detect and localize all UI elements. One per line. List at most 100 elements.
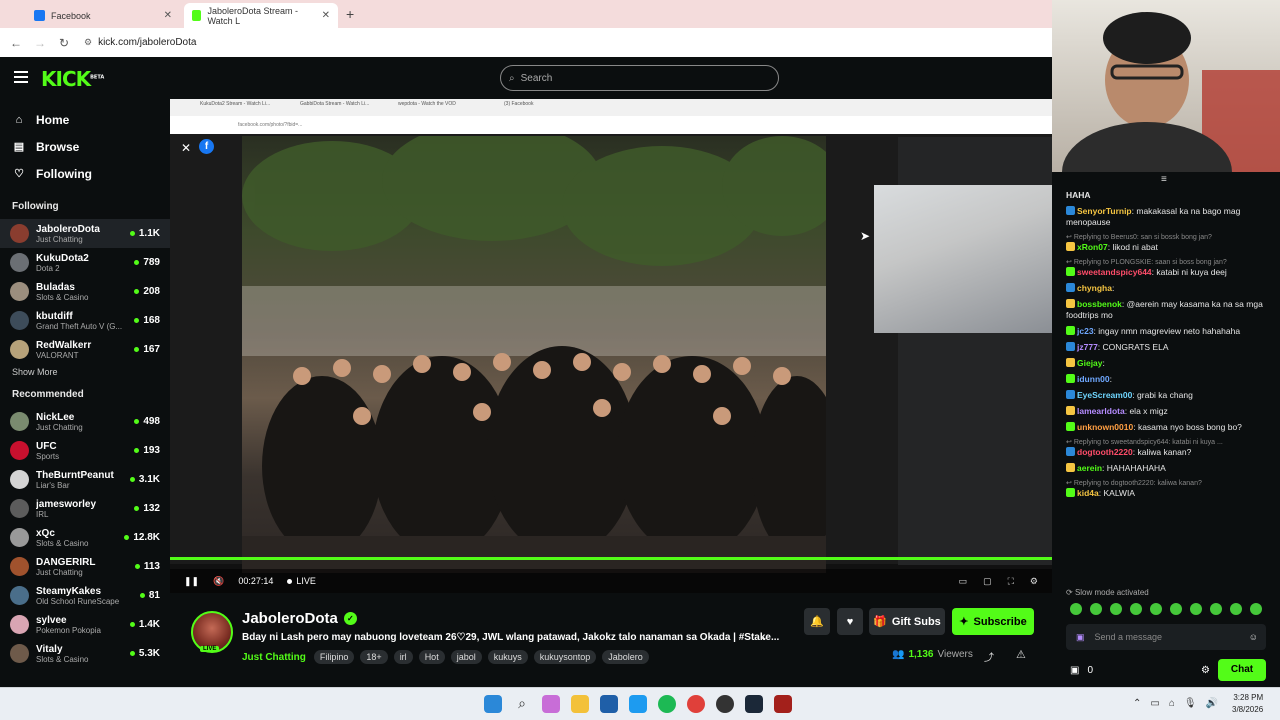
close-tab-icon[interactable]: ✕ <box>164 10 172 21</box>
emote-icon[interactable] <box>1070 603 1082 615</box>
mic-icon[interactable]: 🎙 <box>1184 698 1197 709</box>
emote-icon[interactable] <box>1210 603 1222 615</box>
url-field[interactable]: ⚙ kick.com/jaboleroDota <box>84 37 196 48</box>
stream-category[interactable]: Just Chatting <box>242 652 306 663</box>
taskbar-clock[interactable]: 3:28 PM 3/8/2026 <box>1232 692 1263 716</box>
tray-chevron-icon[interactable]: ⌃ <box>1133 698 1141 709</box>
stream-tag[interactable]: kukuysontop <box>533 650 597 664</box>
pip-icon[interactable]: ▭ <box>959 576 968 587</box>
speaker-icon[interactable]: 🔊 <box>1206 698 1218 709</box>
chat-username[interactable]: lamearldota <box>1077 406 1125 416</box>
sidebar-channel[interactable]: xQc Slots & Casino 12.8K <box>0 523 170 552</box>
settings-icon[interactable]: ⚙ <box>1030 576 1038 587</box>
pause-icon[interactable]: ❚❚ <box>184 576 199 587</box>
steam-icon[interactable] <box>745 695 763 713</box>
report-icon[interactable]: ⚠ <box>1016 648 1026 661</box>
sidebar-channel[interactable]: KukuDota2 Dota 2 789 <box>0 248 170 277</box>
obs-icon[interactable] <box>716 695 734 713</box>
notification-bell-button[interactable]: 🔔 <box>804 608 830 635</box>
share-icon[interactable]: ⤴ <box>984 649 994 664</box>
fullscreen-icon[interactable]: ⛶ <box>1008 576 1014 587</box>
sidebar-channel[interactable]: sylvee Pokemon Pokopia 1.4K <box>0 610 170 639</box>
stream-tag[interactable]: irl <box>393 650 413 664</box>
chat-menu-icon[interactable]: ≡ <box>1161 174 1167 185</box>
menu-icon[interactable] <box>14 71 28 83</box>
search-icon[interactable]: ⌕ <box>513 695 531 713</box>
kick-logo[interactable]: KICKBETA <box>41 67 104 91</box>
forward-icon[interactable]: → <box>28 36 52 50</box>
search-input[interactable]: ⌕ Search <box>500 65 779 91</box>
chat-username[interactable]: Giejay <box>1077 358 1103 368</box>
chat-username[interactable]: xRon07 <box>1077 242 1108 252</box>
site-info-icon[interactable]: ⚙ <box>84 37 92 48</box>
stream-tag[interactable]: 18+ <box>360 650 388 664</box>
streamer-name[interactable]: JaboleroDota ✓ <box>242 610 357 627</box>
sidebar-channel[interactable]: SteamyKakes Old School RuneScape 81 <box>0 581 170 610</box>
nav-following[interactable]: ♡ Following <box>0 160 170 187</box>
chat-settings-icon[interactable]: ⚙ <box>1201 665 1210 676</box>
show-more-link[interactable]: Show More <box>0 367 170 383</box>
emoji-icon[interactable]: ☺ <box>1249 632 1258 642</box>
dota-icon[interactable] <box>774 695 792 713</box>
chat-input[interactable]: ▣ Send a message ☺ <box>1066 624 1266 650</box>
sidebar-channel[interactable]: Vitaly Slots & Casino 5.3K <box>0 639 170 668</box>
player-progress-bar[interactable] <box>170 557 1052 560</box>
emote-icon[interactable] <box>1230 603 1242 615</box>
stream-tag[interactable]: Jabolero <box>602 650 649 664</box>
theater-icon[interactable]: ▢ <box>983 576 992 587</box>
expand-title-icon[interactable]: ⌄ <box>760 632 768 643</box>
browser-tab-kick[interactable]: JaboleroDota Stream - Watch L ✕ <box>184 3 338 28</box>
sidebar-channel[interactable]: DANGERIRL Just Chatting 113 <box>0 552 170 581</box>
stream-tag[interactable]: Filipino <box>313 650 355 664</box>
emote-icon[interactable] <box>1170 603 1182 615</box>
edge-icon[interactable] <box>629 695 647 713</box>
volume-icon[interactable]: 🔇 <box>213 576 224 587</box>
chat-username[interactable]: bossbenok <box>1077 299 1122 309</box>
network-icon[interactable]: ⌂ <box>1169 698 1175 709</box>
store-icon[interactable] <box>600 695 618 713</box>
chat-username[interactable]: jz777 <box>1077 342 1098 352</box>
emote-icon[interactable] <box>1250 603 1262 615</box>
spotify-icon[interactable] <box>658 695 676 713</box>
chat-username[interactable]: dogtooth2220 <box>1077 447 1133 457</box>
chat-send-button[interactable]: Chat <box>1218 659 1266 681</box>
chat-username[interactable]: EyeScream00 <box>1077 390 1132 400</box>
sidebar-channel[interactable]: jamesworley IRL 132 <box>0 494 170 523</box>
emote-icon[interactable] <box>1190 603 1202 615</box>
tray-app-icon[interactable]: ▭ <box>1150 698 1159 709</box>
chat-username[interactable]: aerein <box>1077 463 1102 473</box>
emote-icon[interactable] <box>1090 603 1102 615</box>
chat-username[interactable]: jc23 <box>1077 326 1094 336</box>
chat-username[interactable]: SenyorTurnip <box>1077 206 1132 216</box>
gift-subs-button[interactable]: 🎁 Gift Subs <box>869 608 945 635</box>
sidebar-channel[interactable]: Buladas Slots & Casino 208 <box>0 277 170 306</box>
stream-tag[interactable]: Hot <box>418 650 445 664</box>
sidebar-channel[interactable]: JaboleroDota Just Chatting 1.1K <box>0 219 170 248</box>
back-icon[interactable]: ← <box>4 36 28 50</box>
chat-username[interactable]: unknown0010 <box>1077 422 1133 432</box>
chat-username[interactable]: chyngha <box>1077 283 1112 293</box>
reload-icon[interactable]: ↻ <box>52 36 76 50</box>
chat-username[interactable]: sweetandspicy644 <box>1077 267 1152 277</box>
sidebar-channel[interactable]: kbutdiff Grand Theft Auto V (G... 168 <box>0 306 170 335</box>
browser-tab-facebook[interactable]: Facebook ✕ <box>26 3 180 28</box>
stream-tag[interactable]: jabol <box>450 650 482 664</box>
emote-icon[interactable] <box>1150 603 1162 615</box>
sidebar-channel[interactable]: UFC Sports 193 <box>0 436 170 465</box>
video-player[interactable]: KukuDota2 Stream - Watch Li... GabbiDota… <box>170 99 1052 593</box>
nav-browse[interactable]: ▤ Browse <box>0 133 170 160</box>
emote-icon[interactable] <box>1130 603 1142 615</box>
points-icon[interactable]: ▣ <box>1070 665 1079 676</box>
sidebar-channel[interactable]: TheBurntPeanut Liar's Bar 3.1K <box>0 465 170 494</box>
file-explorer-icon[interactable] <box>571 695 589 713</box>
sidebar-channel[interactable]: NickLee Just Chatting 498 <box>0 407 170 436</box>
chat-username[interactable]: kid4a <box>1077 488 1099 498</box>
close-tab-icon[interactable]: ✕ <box>322 10 330 21</box>
chrome-icon[interactable] <box>687 695 705 713</box>
nav-home[interactable]: ⌂ Home <box>0 106 170 133</box>
copilot-icon[interactable] <box>542 695 560 713</box>
sidebar-channel[interactable]: RedWalkerr VALORANT 167 <box>0 335 170 364</box>
chat-username[interactable]: idunn00 <box>1077 374 1110 384</box>
new-tab-button[interactable]: + <box>346 6 354 22</box>
stream-tag[interactable]: kukuys <box>487 650 528 664</box>
